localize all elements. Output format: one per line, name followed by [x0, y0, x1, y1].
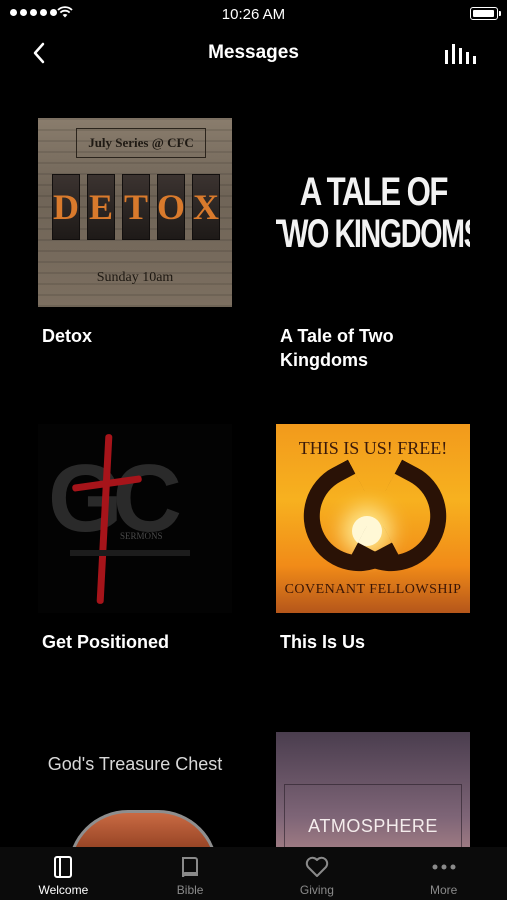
message-series-grid: July Series @ CFC D E T O X Sunday 10am … [0, 80, 507, 847]
thumbnail-letter: D [52, 174, 80, 240]
navigation-bar: Messages [0, 28, 507, 78]
series-title: Detox [42, 326, 93, 346]
thumbnail-line: TWO KINGDOMS [276, 211, 470, 256]
battery-icon [470, 7, 501, 20]
tab-bar: Welcome Bible Giving More [0, 847, 507, 900]
thumbnail-letter: X [192, 174, 220, 240]
thumbnail-footer: COVENANT FELLOWSHIP [284, 582, 462, 597]
tab-label: Giving [299, 883, 334, 897]
series-thumbnail: July Series @ CFC D E T O X Sunday 10am [38, 118, 232, 307]
thumbnail-heading: God's Treasure Chest [47, 754, 223, 774]
thumbnail-banner: July Series @ CFC [76, 128, 206, 158]
series-title: A Tale of Two Kingdoms [280, 326, 394, 370]
book-open-icon [50, 854, 76, 880]
status-time: 10:26 AM [221, 6, 286, 23]
series-card-atmosphere[interactable]: ATMOSPHERE [276, 732, 470, 847]
thumbnail-line: A TALE OF [299, 169, 448, 214]
series-card-tale-of-two-kingdoms[interactable]: A TALE OF TWO KINGDOMS A Tale of Two Kin… [276, 118, 470, 372]
series-card-gods-treasure-chest[interactable]: God's Treasure Chest [38, 732, 232, 847]
thumbnail-letter: O [157, 174, 185, 240]
thumbnail-letter: T [122, 174, 150, 240]
hand-heart-right [350, 459, 466, 591]
tab-more[interactable]: More [380, 847, 507, 900]
series-card-detox[interactable]: July Series @ CFC D E T O X Sunday 10am … [38, 118, 232, 348]
series-thumbnail: GC SERMONS [38, 424, 232, 613]
thumbnail-subtitle: Sunday 10am [96, 270, 174, 285]
tab-giving[interactable]: Giving [254, 847, 381, 900]
heart-icon [304, 854, 330, 880]
series-title: This Is Us [280, 632, 366, 652]
thumbnail-heading: ATMOSPHERE [308, 816, 438, 836]
tab-bible[interactable]: Bible [127, 847, 254, 900]
thumbnail-heading: THIS IS US! FREE! [298, 438, 448, 458]
tab-welcome[interactable]: Welcome [0, 847, 127, 900]
series-title: Get Positioned [42, 632, 170, 652]
series-card-get-positioned[interactable]: GC SERMONS Get Positioned [38, 424, 232, 654]
divider [70, 550, 190, 556]
series-card-this-is-us[interactable]: THIS IS US! FREE! COVENANT FELLOWSHIP Th… [276, 424, 470, 654]
thumbnail-label: SERMONS [120, 531, 163, 541]
thumbnail-letter: E [87, 174, 115, 240]
series-thumbnail: THIS IS US! FREE! COVENANT FELLOWSHIP [276, 424, 470, 613]
treasure-chest-graphic [68, 810, 218, 847]
status-bar: 10:26 AM [0, 0, 507, 28]
series-thumbnail: ATMOSPHERE [276, 732, 470, 847]
audio-equalizer-icon[interactable] [443, 40, 477, 66]
tab-label: Bible [176, 883, 204, 897]
series-thumbnail: God's Treasure Chest [38, 732, 232, 847]
tab-label: More [429, 883, 458, 897]
thumbnail-letters: D E T O X [52, 174, 220, 240]
series-thumbnail: A TALE OF TWO KINGDOMS [276, 118, 470, 307]
bible-icon [177, 854, 203, 880]
page-title: Messages [208, 42, 299, 63]
more-dots-icon [431, 854, 457, 880]
tab-label: Welcome [38, 883, 89, 897]
